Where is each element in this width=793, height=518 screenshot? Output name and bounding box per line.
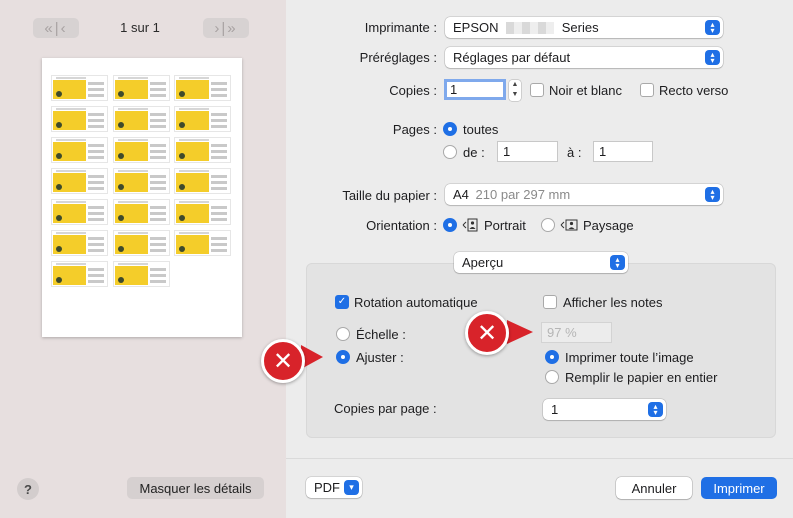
scale-label: Échelle :: [356, 327, 406, 342]
popup-chevron-icon: ▴ ▾: [648, 402, 663, 417]
presets-popup[interactable]: Réglages par défaut ▴ ▾: [445, 47, 723, 68]
x-mark-icon: ✕: [261, 339, 305, 383]
print-entire-image-radio[interactable]: [545, 350, 559, 364]
footer-divider: [286, 458, 793, 459]
label-thumbnail: [113, 230, 170, 256]
portrait-radio[interactable]: [443, 218, 457, 232]
label-thumbnail: [51, 199, 108, 225]
pages-from-label: de :: [463, 145, 485, 160]
previous-page-icon: «|‹: [44, 19, 68, 37]
paper-size-dims: 210 par 297 mm: [475, 187, 571, 202]
help-button[interactable]: ?: [17, 478, 39, 500]
label-thumbnail: [174, 230, 231, 256]
label-thumbnail: [174, 137, 231, 163]
print-entire-image-label: Imprimer toute l’image: [565, 350, 694, 365]
popup-chevron-icon: ▴ ▾: [705, 50, 720, 65]
page-preview: [42, 58, 242, 337]
label-thumbnail: [113, 168, 170, 194]
copies-label: Copies :: [389, 83, 437, 98]
copies-per-page-label: Copies par page :: [334, 401, 437, 416]
duplex-checkbox[interactable]: [640, 83, 654, 97]
pages-to-input[interactable]: 1: [593, 141, 653, 162]
orientation-label: Orientation :: [366, 218, 437, 233]
landscape-icon: [560, 218, 578, 232]
label-thumbnail: [174, 75, 231, 101]
duplex-label: Recto verso: [659, 83, 729, 98]
label-thumbnail: [113, 106, 170, 132]
black-white-label: Noir et blanc: [549, 83, 622, 98]
popup-chevron-icon: ▴ ▾: [610, 255, 625, 270]
printer-popup[interactable]: EPSON Series ▴ ▾: [445, 17, 723, 38]
page-indicator: 1 sur 1: [120, 20, 160, 35]
printer-brand: EPSON: [453, 20, 499, 35]
x-mark-glyph: ✕: [272, 347, 294, 375]
previous-page-button[interactable]: «|‹: [33, 18, 79, 38]
fill-paper-radio[interactable]: [545, 370, 559, 384]
copies-input[interactable]: 1: [444, 79, 506, 100]
portrait-label: Portrait: [484, 218, 526, 233]
paper-size-popup[interactable]: A4 210 par 297 mm ▴ ▾: [445, 184, 723, 205]
next-page-icon: ›|»: [214, 19, 238, 37]
pages-range-radio[interactable]: [443, 145, 457, 159]
label-thumbnail: [51, 137, 108, 163]
section-popup[interactable]: Aperçu ▴ ▾: [454, 252, 628, 273]
label-thumbnail: [51, 106, 108, 132]
printer-label: Imprimante :: [364, 20, 437, 35]
scale-input[interactable]: 97 %: [541, 322, 612, 343]
paper-size-label: Taille du papier :: [342, 188, 437, 203]
chevron-down-icon: ▾: [344, 480, 359, 495]
presets-label: Préréglages :: [359, 50, 437, 65]
fill-paper-label: Remplir le papier en entier: [565, 370, 718, 385]
pages-label: Pages :: [392, 122, 437, 137]
presets-value: Réglages par défaut: [453, 50, 571, 65]
label-thumbnail: [174, 199, 231, 225]
pages-all-radio[interactable]: [443, 122, 457, 136]
label-thumbnail: [113, 199, 170, 225]
copies-per-page-popup[interactable]: 1 ▴ ▾: [543, 399, 666, 420]
pdf-menu-button[interactable]: PDF ▾: [306, 477, 362, 498]
x-mark-glyph: ✕: [476, 319, 498, 347]
label-thumbnail: [113, 261, 170, 287]
label-thumbnail: [174, 106, 231, 132]
print-button[interactable]: Imprimer: [701, 477, 777, 499]
x-mark-icon: ✕: [465, 311, 509, 355]
pdf-label: PDF: [314, 480, 340, 495]
popup-chevron-icon: ▴ ▾: [705, 20, 720, 35]
paper-size-value: A4: [453, 187, 469, 202]
label-thumbnail: [51, 230, 108, 256]
landscape-radio[interactable]: [541, 218, 555, 232]
scale-radio[interactable]: [336, 327, 350, 341]
preview-pane: «|‹ 1 sur 1 ›|» ? Masquer les détails: [0, 0, 286, 518]
annotation-pointer: [507, 320, 533, 344]
label-thumbnail: [113, 137, 170, 163]
printer-series: Series: [561, 20, 599, 35]
label-thumbnail: [174, 168, 231, 194]
portrait-icon: [462, 218, 478, 232]
printer-model-redacted: [506, 22, 555, 34]
next-page-button[interactable]: ›|»: [203, 18, 249, 38]
copies-per-page-value: 1: [551, 402, 559, 417]
label-thumbnail: [51, 75, 108, 101]
popup-chevron-icon: ▴ ▾: [705, 187, 720, 202]
auto-rotate-checkbox[interactable]: ✓: [335, 295, 349, 309]
cancel-button[interactable]: Annuler: [616, 477, 692, 499]
show-notes-checkbox[interactable]: [543, 295, 557, 309]
show-notes-label: Afficher les notes: [563, 295, 663, 310]
pages-to-label: à :: [567, 145, 582, 160]
label-thumbnail: [51, 168, 108, 194]
pages-all-label: toutes: [463, 122, 499, 137]
copies-stepper[interactable]: ▲ ▼: [509, 80, 521, 101]
auto-rotate-label: Rotation automatique: [354, 295, 478, 310]
black-white-checkbox[interactable]: [530, 83, 544, 97]
section-popup-value: Aperçu: [462, 255, 504, 270]
hide-details-button[interactable]: Masquer les détails: [127, 477, 264, 499]
label-thumbnail: [51, 261, 108, 287]
label-thumbnail: [113, 75, 170, 101]
pages-from-input[interactable]: 1: [497, 141, 558, 162]
fit-label: Ajuster :: [356, 350, 404, 365]
landscape-label: Paysage: [583, 218, 634, 233]
fit-radio[interactable]: [336, 350, 350, 364]
help-icon: ?: [24, 481, 32, 497]
